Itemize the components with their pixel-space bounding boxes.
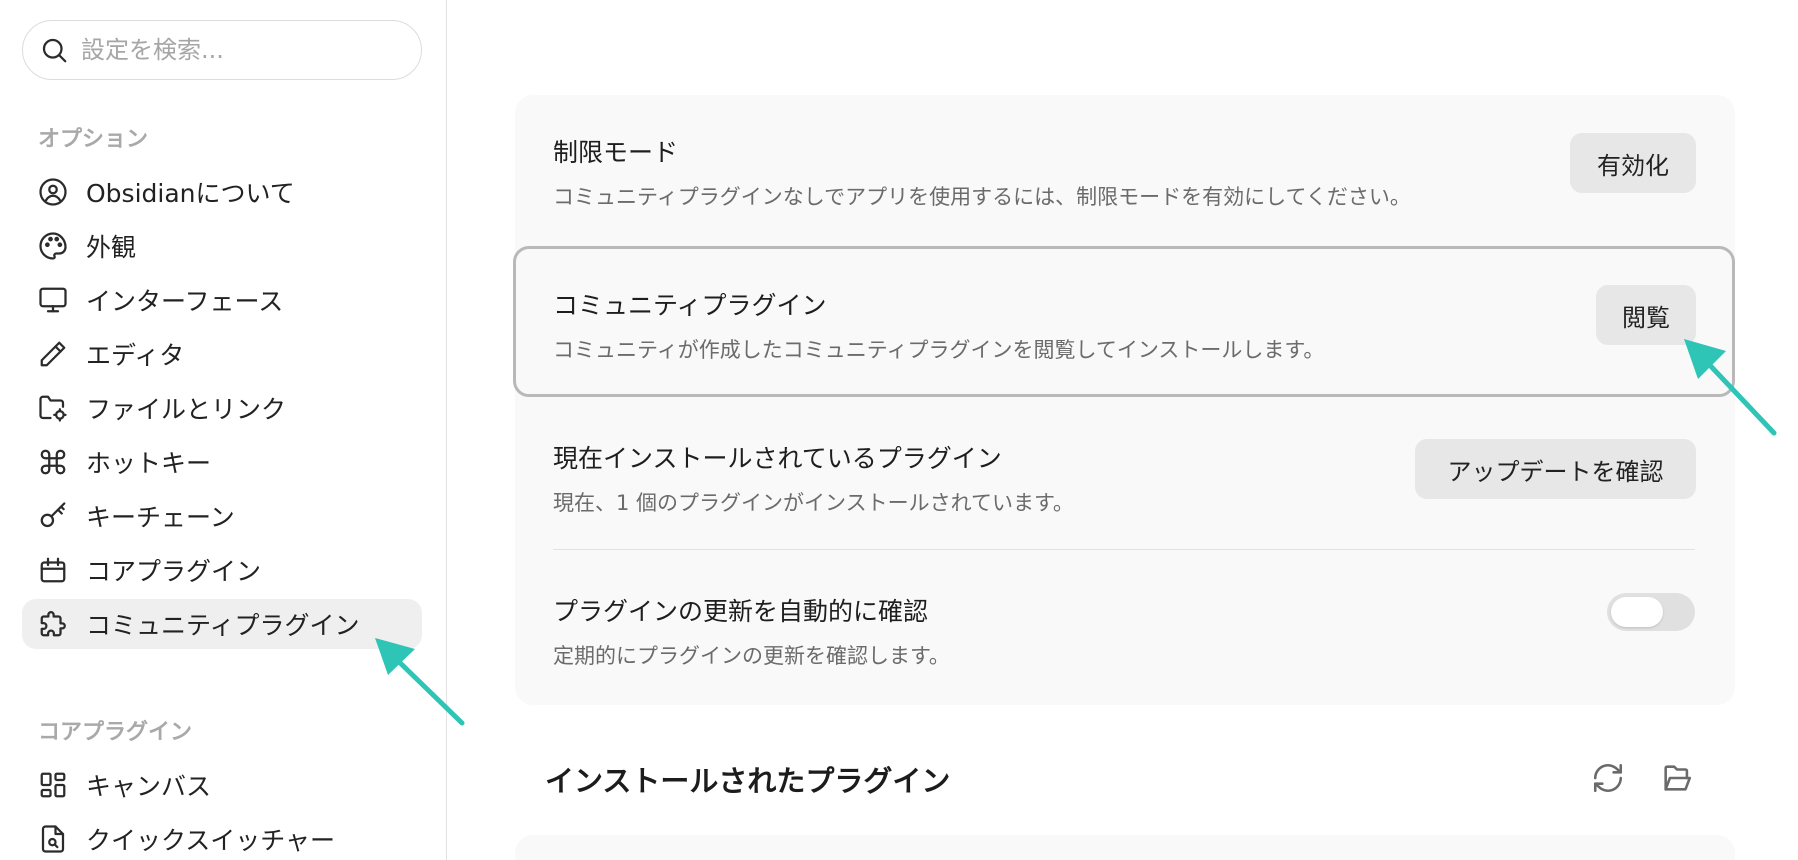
sidebar-item-label: Obsidianについて [86,179,295,208]
sidebar-item-label: ファイルとリンク [86,395,287,424]
enable-restricted-mode-button[interactable]: 有効化 [1570,133,1696,193]
settings-search[interactable] [22,20,422,80]
installed-plugins-heading: インストールされたプラグイン [545,764,951,798]
auto-update-toggle[interactable] [1607,593,1695,631]
user-circle-icon [38,177,68,207]
options-section-title: オプション [38,127,149,152]
setting-community-plugins: コミュニティプラグイン コミュニティが作成したコミュニティプラグインを閲覧してイ… [553,286,1324,364]
divider [553,549,1695,550]
setting-auto-update: プラグインの更新を自動的に確認 定期的にプラグインの更新を確認します。 [553,592,950,670]
sidebar-item-hotkeys[interactable]: ホットキー [22,437,422,487]
pencil-icon [38,339,68,369]
sidebar-item-interface[interactable]: インターフェース [22,275,422,325]
setting-description: コミュニティプラグインなしでアプリを使用するには、制限モードを有効にしてください… [553,185,1411,209]
setting-description: コミュニティが作成したコミュニティプラグインを閲覧してインストールします。 [553,338,1325,362]
installed-plugins-card [515,835,1735,860]
folder-cog-icon [38,393,68,423]
setting-installed-plugins: 現在インストールされているプラグイン 現在、1 個のプラグインがインストールされ… [553,439,1074,517]
sidebar-item-editor[interactable]: エディタ [22,329,422,379]
sidebar-item-canvas[interactable]: キャンバス [22,760,422,810]
puzzle-icon [38,609,68,639]
sidebar-item-label: キーチェーン [86,503,235,532]
key-icon [38,501,68,531]
check-updates-button[interactable]: アップデートを確認 [1415,439,1696,499]
sidebar-item-appearance[interactable]: 外観 [22,221,422,271]
sidebar-item-label: クイックスイッチャー [86,826,336,855]
refresh-icon[interactable] [1591,761,1625,795]
sidebar-item-about[interactable]: Obsidianについて [22,167,422,217]
command-icon [38,447,68,477]
folder-open-icon[interactable] [1660,761,1694,795]
calendar-icon [38,555,68,585]
sidebar-item-label: 外観 [86,233,137,262]
file-search-icon [38,824,68,854]
sidebar-item-label: キャンバス [86,772,212,801]
core-plugins-section-title: コアプラグイン [38,720,193,745]
sidebar-item-label: ホットキー [86,449,212,478]
toggle-knob [1611,597,1663,627]
setting-name: コミュニティプラグイン [553,291,827,320]
sidebar-item-community-plugins[interactable]: コミュニティプラグイン [22,599,422,649]
annotation-arrow-browse [1684,339,1777,436]
layout-dashboard-icon [38,770,68,800]
monitor-icon [38,285,68,315]
sidebar-item-label: インターフェース [86,287,284,316]
palette-icon [38,231,68,261]
sidebar-item-files-links[interactable]: ファイルとリンク [22,383,422,433]
setting-description: 定期的にプラグインの更新を確認します。 [553,644,950,668]
setting-name: 制限モード [553,138,679,167]
sidebar-item-core-plugins[interactable]: コアプラグイン [22,545,422,595]
setting-description: 現在、1 個のプラグインがインストールされています。 [553,491,1074,515]
sidebar-item-label: コミュニティプラグイン [86,611,360,640]
settings-sidebar: オプション Obsidianについて 外観 インターフェース エディタ ファイル… [0,0,465,860]
search-input[interactable] [81,36,381,64]
sidebar-item-label: コアプラグイン [86,557,262,586]
setting-restricted-mode: 制限モード コミュニティプラグインなしでアプリを使用するには、制限モードを有効に… [553,133,1411,211]
setting-name: プラグインの更新を自動的に確認 [553,597,929,626]
sidebar-item-label: エディタ [86,341,185,370]
sidebar-item-keychain[interactable]: キーチェーン [22,491,422,541]
annotation-arrow-sidebar [375,638,465,726]
sidebar-item-quick-switcher[interactable]: クイックスイッチャー [22,814,422,860]
setting-name: 現在インストールされているプラグイン [553,444,1002,473]
search-icon [39,35,69,65]
